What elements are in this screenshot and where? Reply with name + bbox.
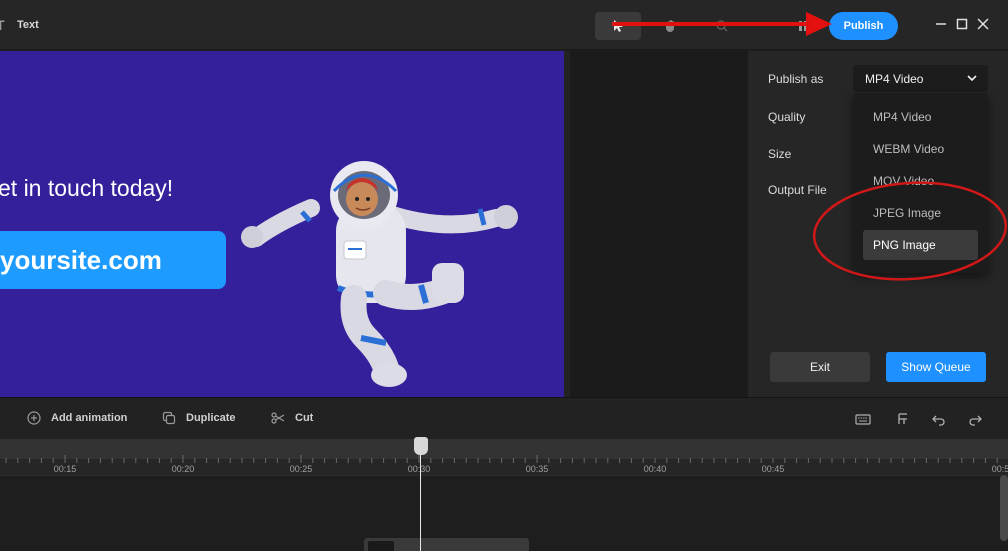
action-bar: Add animation Duplicate Cut	[0, 397, 1008, 439]
app-window: T Text Publish et in touch today! yoursi…	[0, 0, 1008, 551]
tick-label: 00:45	[761, 464, 785, 474]
format-option-jpeg[interactable]: JPEG Image	[863, 198, 978, 228]
maximize-icon	[956, 18, 968, 30]
close-button[interactable]	[975, 16, 991, 32]
playhead-handle[interactable]	[414, 437, 428, 455]
add-animation-button[interactable]: Add animation	[27, 411, 127, 425]
cta-banner[interactable]: yoursite.com	[0, 231, 226, 289]
playhead-line	[420, 449, 421, 551]
minimize-button[interactable]	[933, 16, 949, 32]
tick-label: 00:35	[525, 464, 549, 474]
tick-label: 00:50	[991, 464, 1008, 474]
size-label: Size	[768, 147, 792, 161]
design-canvas[interactable]: et in touch today! yoursite.com	[0, 51, 564, 397]
timeline-tracks[interactable]	[0, 475, 1008, 551]
tick-label: 00:20	[171, 464, 195, 474]
scissors-icon	[271, 412, 285, 424]
undo-icon[interactable]	[931, 411, 947, 427]
duplicate-button[interactable]: Duplicate	[162, 411, 236, 425]
show-queue-button[interactable]: Show Queue	[886, 352, 986, 382]
timeline-clip[interactable]	[364, 538, 529, 551]
tick-label: 00:15	[53, 464, 77, 474]
redo-icon[interactable]	[967, 411, 983, 427]
publish-panel: Publish as MP4 Video Quality Size Output…	[748, 51, 1008, 397]
hand-icon	[666, 20, 674, 32]
split-icon[interactable]	[895, 411, 911, 427]
cut-button[interactable]: Cut	[271, 411, 313, 425]
publish-button[interactable]: Publish	[829, 12, 898, 40]
headline-text[interactable]: et in touch today!	[0, 175, 173, 202]
search-icon	[716, 20, 728, 32]
top-bar: T Text Publish	[0, 0, 1008, 50]
format-option-mov[interactable]: MOV Video	[863, 166, 978, 196]
timeline-scrollbar[interactable]	[1000, 475, 1008, 541]
publish-as-label: Publish as	[768, 72, 824, 86]
minimize-icon	[936, 23, 946, 25]
tick-label: 00:30	[407, 464, 431, 474]
workspace: et in touch today! yoursite.com	[0, 51, 748, 397]
timeline-ruler[interactable]: 00:15 00:20 00:25 00:30 00:35 00:40 00:4…	[0, 439, 1008, 475]
keyboard-icon[interactable]	[855, 411, 871, 427]
duplicate-icon	[162, 411, 176, 425]
maximize-button[interactable]	[954, 16, 970, 32]
format-select[interactable]: MP4 Video	[853, 65, 988, 92]
format-option-webm[interactable]: WEBM Video	[863, 134, 978, 164]
duplicate-label: Duplicate	[186, 412, 236, 424]
close-icon	[977, 18, 989, 30]
app-logo: T	[0, 17, 5, 33]
clip-thumbnail	[368, 541, 394, 551]
ruler-ticks	[5, 455, 998, 463]
astronaut-illustration[interactable]	[236, 113, 526, 393]
format-option-png[interactable]: PNG Image	[863, 230, 978, 260]
cta-text: yoursite.com	[0, 244, 162, 275]
panel-icon	[799, 21, 807, 31]
canvas-divider	[564, 51, 570, 397]
format-option-mp4[interactable]: MP4 Video	[863, 102, 978, 132]
add-animation-label: Add animation	[51, 412, 128, 424]
format-dropdown-menu: MP4 Video WEBM Video MOV Video JPEG Imag…	[853, 93, 988, 273]
document-title: Text	[17, 19, 39, 31]
exit-button[interactable]: Exit	[770, 352, 870, 382]
tick-label: 00:25	[289, 464, 313, 474]
zoom-tool-button[interactable]	[699, 12, 745, 40]
hand-tool-button[interactable]	[648, 12, 694, 40]
add-circle-icon	[27, 411, 41, 425]
output-file-label: Output File	[768, 183, 827, 197]
quality-label: Quality	[768, 110, 806, 124]
select-tool-button[interactable]	[595, 12, 641, 40]
panel-toggle-button[interactable]	[782, 12, 828, 40]
chevron-down-icon	[967, 75, 977, 82]
cut-label: Cut	[295, 412, 314, 424]
tick-label: 00:40	[643, 464, 667, 474]
cursor-icon	[614, 20, 623, 32]
format-select-value: MP4 Video	[865, 71, 924, 86]
